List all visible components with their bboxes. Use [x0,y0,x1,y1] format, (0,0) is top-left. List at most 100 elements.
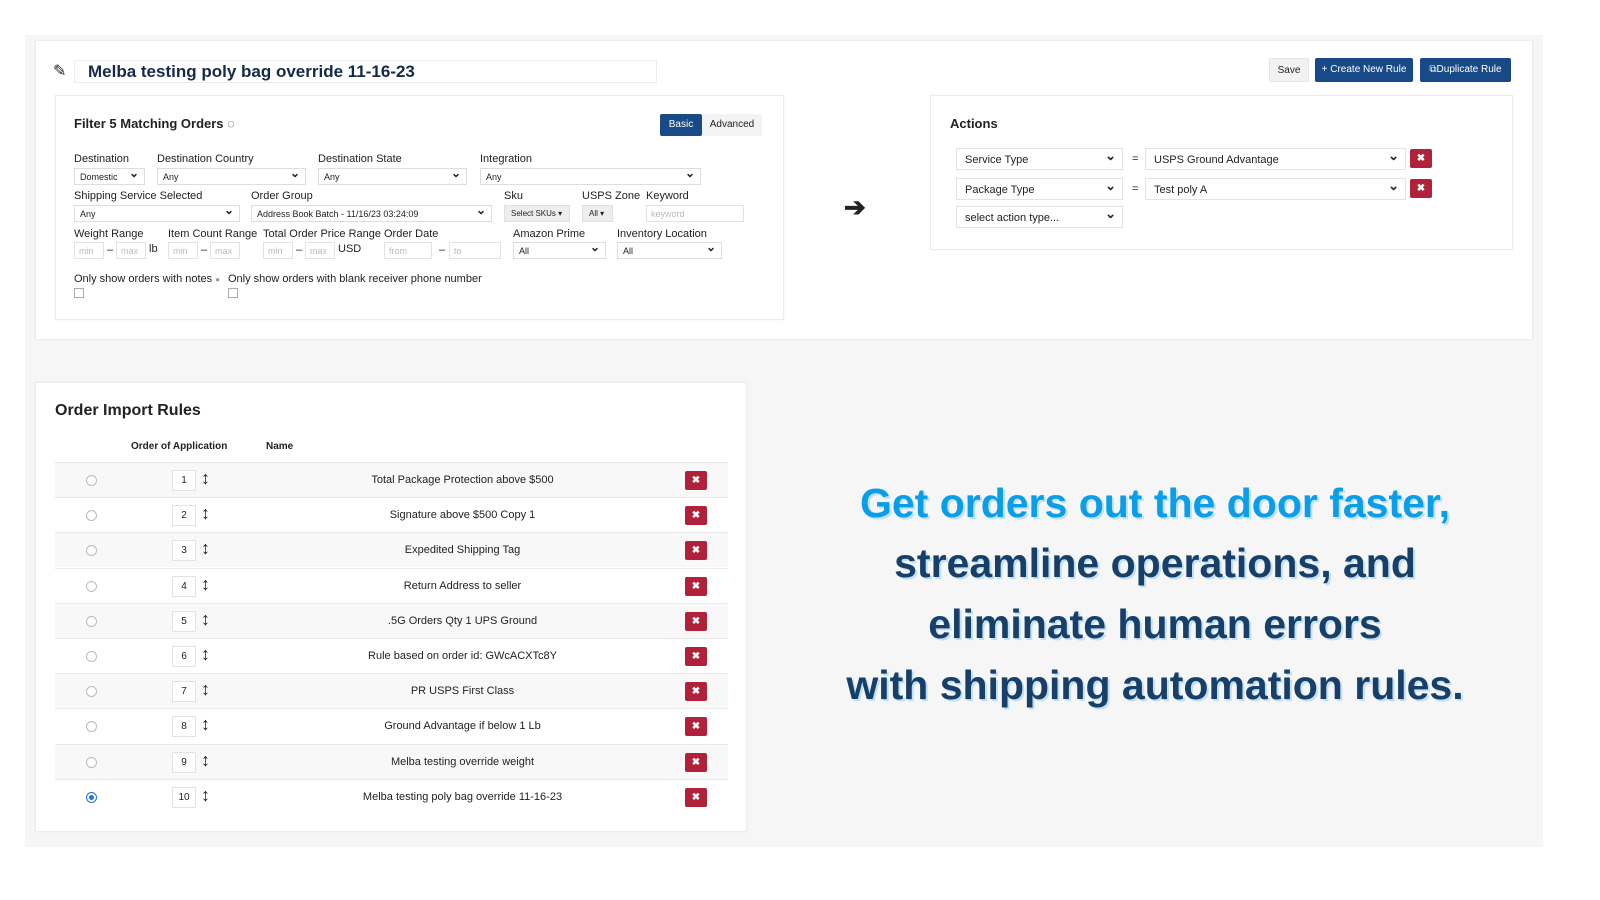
item-count-min-input[interactable]: min [168,242,198,259]
destination-country-select[interactable]: Any [157,168,306,185]
amazon-prime-label: Amazon Prime [513,228,586,240]
action-type-select[interactable]: Package Type [956,178,1123,200]
order-input[interactable]: 6 [172,646,196,667]
rule-row[interactable]: 8 ↕ Ground Advantage if below 1 Lb ✖ [55,708,728,743]
rule-row[interactable]: 6 ↕ Rule based on order id: GWcACXTc8Y ✖ [55,638,728,673]
order-input[interactable]: 8 [172,716,196,738]
reorder-handle-icon[interactable]: ↕ [201,574,210,595]
rule-name[interactable]: PR USPS First Class [235,685,690,697]
rules-heading: Order Import Rules [55,402,201,419]
reorder-handle-icon[interactable]: ↕ [201,644,210,665]
tab-advanced[interactable]: Advanced [702,114,762,136]
order-input[interactable]: 4 [172,575,196,597]
order-input[interactable]: 5 [172,610,196,632]
weight-min-input[interactable]: min [74,242,104,259]
price-min-input[interactable]: min [263,242,293,259]
reorder-handle-icon[interactable]: ↕ [201,538,210,559]
new-action-type-select[interactable]: select action type... [956,206,1123,228]
shipping-service-select[interactable]: Any [74,205,240,222]
order-input[interactable]: 10 [172,786,196,808]
action-value-select[interactable]: Test poly A [1145,178,1406,200]
create-new-rule-button[interactable]: + Create New Rule [1315,58,1413,82]
keyword-input[interactable]: keyword [646,205,744,222]
order-group-select[interactable]: Address Book Batch - 11/16/23 03:24:09 [251,205,492,222]
rule-select-radio[interactable] [86,791,97,803]
rule-select-radio[interactable] [86,721,97,733]
rule-select-radio[interactable] [86,580,97,592]
order-input[interactable]: 3 [172,540,196,562]
rule-name[interactable]: Melba testing override weight [235,756,690,768]
rule-row[interactable]: 9 ↕ Melba testing override weight ✖ [55,743,728,779]
rule-name[interactable]: .5G Orders Qty 1 UPS Ground [235,615,690,627]
tab-basic[interactable]: Basic [660,114,702,136]
order-input[interactable]: 2 [172,505,196,527]
delete-rule-button[interactable]: ✖ [685,576,707,596]
rule-row[interactable]: 4 ↕ Return Address to seller ✖ [55,567,728,603]
order-input[interactable]: 7 [172,681,196,703]
destination-select[interactable]: Domestic [74,168,145,185]
item-count-max-input[interactable]: max [210,242,240,259]
rule-select-radio[interactable] [86,686,97,698]
order-input[interactable]: 1 [172,470,196,491]
reorder-handle-icon[interactable]: ↕ [201,679,210,700]
reorder-handle-icon[interactable]: ↕ [201,714,210,735]
rule-select-radio[interactable] [86,510,97,522]
refresh-icon[interactable]: ◌ [227,116,235,131]
remove-action-button[interactable]: ✖ [1410,179,1432,198]
rule-select-radio[interactable] [86,651,97,662]
delete-rule-button[interactable]: ✖ [685,647,707,666]
rule-name[interactable]: Expedited Shipping Tag [235,544,690,556]
amazon-prime-select[interactable]: All [513,242,606,259]
delete-rule-button[interactable]: ✖ [685,752,707,772]
date-to-input[interactable]: to [449,242,501,259]
remove-action-button[interactable]: ✖ [1410,149,1432,168]
rule-name[interactable]: Ground Advantage if below 1 Lb [235,720,690,732]
action-type-select[interactable]: Service Type [956,148,1123,170]
action-value-select[interactable]: USPS Ground Advantage [1145,148,1406,170]
rule-row[interactable]: 3 ↕ Expedited Shipping Tag ✖ [55,532,728,568]
destination-state-select[interactable]: Any [318,168,467,185]
reorder-handle-icon[interactable]: ↕ [201,468,210,489]
date-from-input[interactable]: from [384,242,432,259]
select-skus-button[interactable]: Select SKUs ▾ [504,205,570,222]
reorder-handle-icon[interactable]: ↕ [201,750,210,771]
weight-max-input[interactable]: max [116,242,146,259]
delete-rule-button[interactable]: ✖ [685,506,707,526]
delete-rule-button[interactable]: ✖ [685,611,707,631]
reorder-handle-icon[interactable]: ↕ [201,503,210,524]
delete-rule-button[interactable]: ✖ [685,682,707,702]
rule-select-radio[interactable] [86,545,97,557]
rule-name[interactable]: Return Address to seller [235,580,690,592]
rule-row[interactable]: 1 ↕ Total Package Protection above $500 … [55,462,728,497]
reorder-handle-icon[interactable]: ↕ [201,609,210,630]
price-max-input[interactable]: max [305,242,335,259]
delete-rule-button[interactable]: ✖ [685,717,707,737]
integration-select[interactable]: Any [480,168,701,185]
reorder-handle-icon[interactable]: ↕ [201,785,210,806]
rule-title-input[interactable]: Melba testing poly bag override 11-16-23 [74,60,657,83]
rule-name[interactable]: Signature above $500 Copy 1 [235,509,690,521]
rule-name[interactable]: Rule based on order id: GWcACXTc8Y [235,650,690,662]
usps-zone-button[interactable]: All ▾ [582,205,613,222]
order-input[interactable]: 9 [172,751,196,773]
duplicate-rule-button[interactable]: ⧉Duplicate Rule [1420,58,1511,82]
notes-filter-checkbox[interactable] [74,288,84,298]
rule-row[interactable]: 10 ↕ Melba testing poly bag override 11-… [55,778,728,814]
rule-select-radio[interactable] [86,756,97,768]
rule-name[interactable]: Melba testing poly bag override 11-16-23 [235,791,690,803]
delete-rule-button[interactable]: ✖ [685,471,707,490]
delete-rule-button[interactable]: ✖ [685,787,707,807]
delete-rule-button[interactable]: ✖ [685,541,707,561]
col-name-header: Name [266,441,294,452]
rule-row[interactable]: 2 ↕ Signature above $500 Copy 1 ✖ [55,497,728,532]
rule-select-radio[interactable] [86,615,97,627]
rule-select-radio[interactable] [86,475,97,486]
save-button[interactable]: Save [1269,58,1309,82]
inventory-location-select[interactable]: All [617,242,722,259]
arrow-right-icon: ➔ [844,192,866,222]
rule-name[interactable]: Total Package Protection above $500 [235,474,690,486]
blank-phone-checkbox[interactable] [228,288,238,298]
rule-row[interactable]: 7 ↕ PR USPS First Class ✖ [55,673,728,709]
rule-row[interactable]: 5 ↕ .5G Orders Qty 1 UPS Ground ✖ [55,602,728,638]
plus-icon: + [1321,64,1331,75]
